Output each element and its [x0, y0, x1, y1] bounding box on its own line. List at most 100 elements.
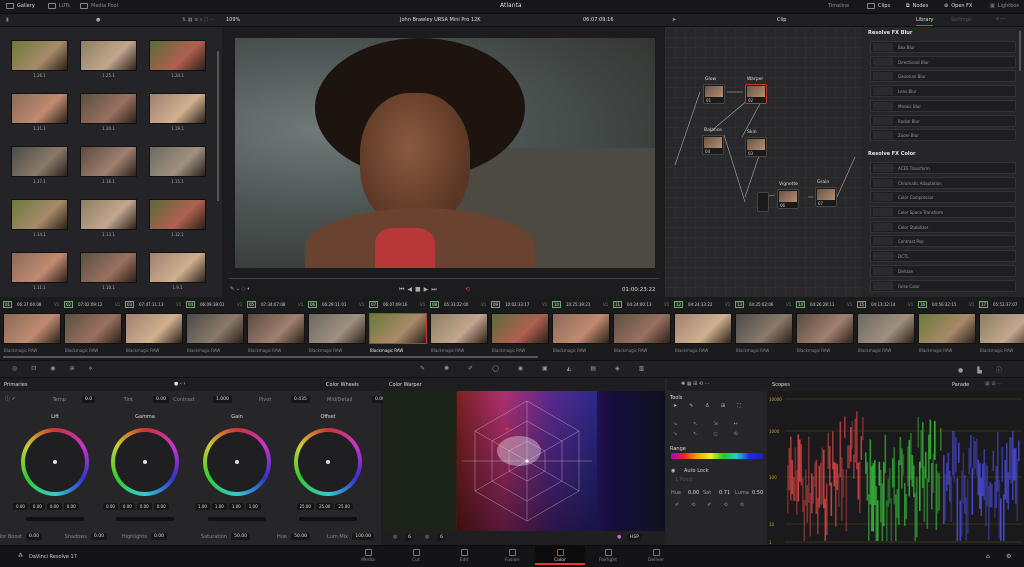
library-item[interactable]: Lens Blur	[870, 85, 1016, 98]
wheel-value-field[interactable]: 0.00	[119, 503, 135, 510]
settings-gear-icon[interactable]: ⚙	[1006, 553, 1011, 560]
timeline-button[interactable]: Timeline	[828, 3, 849, 9]
gallery-still[interactable]	[149, 93, 206, 124]
wheel-value-field[interactable]: 1.00	[245, 503, 261, 510]
wheel-gamma[interactable]	[111, 428, 179, 496]
library-item[interactable]: DCTL	[870, 250, 1016, 263]
node-skin[interactable]: 03	[745, 137, 767, 157]
warper-grid[interactable]	[383, 391, 665, 531]
center-palette-icons[interactable]: ✎✺✐◯◉▣◭▤◈▥	[420, 365, 663, 372]
sort-icon[interactable]: ⇅ ▦ ≡ ⌕ ⛶ ⋯	[182, 17, 214, 23]
wheel-puck[interactable]	[143, 460, 147, 464]
clip-04[interactable]: 04 06:09:38:01 V1 Blackmagic RAW	[184, 297, 245, 357]
picker-buttons[interactable]: ✐⟲✐⟲⟲	[675, 502, 756, 508]
library-scrollbar[interactable]	[1019, 31, 1021, 71]
clip-07[interactable]: 07 06:07:09:16 V1 Blackmagic RAW	[367, 297, 428, 357]
wheel-value-field[interactable]: 1.00	[195, 503, 210, 510]
clip-13[interactable]: 13 04:25:02:06 V1 Blackmagic RAW	[733, 297, 794, 357]
wheel-master-slider[interactable]	[26, 517, 84, 521]
point-buttons-2[interactable]: ↘↖◻⟲	[673, 431, 754, 437]
viewer-timecode[interactable]: 06:07:09:16	[583, 17, 614, 23]
node-vignette[interactable]: 06	[777, 189, 799, 209]
zoom-level[interactable]: 109%	[226, 17, 240, 23]
adjust-contrast-field[interactable]: 1.000	[213, 396, 232, 403]
search-icon[interactable]: ⌕ ⋯	[996, 16, 1005, 22]
clip-05[interactable]: 05 07:34:07:08 V1 Blackmagic RAW	[245, 297, 306, 357]
library-item[interactable]: Color Stabilizer	[870, 220, 1016, 233]
clip-17[interactable]: 1705:52:37:07V1Blackmagic RAW	[977, 297, 1024, 357]
library-item[interactable]: Color Space Transform	[870, 206, 1016, 218]
open-fx-button[interactable]: ⊛ Open FX	[944, 3, 972, 9]
wheel-value-field[interactable]: 1.00	[228, 503, 244, 510]
wheel-offset[interactable]	[294, 428, 362, 496]
resolution-select-1[interactable]: 6	[405, 534, 414, 541]
wheel-value-field[interactable]: 0.00	[29, 503, 45, 510]
warper-header-icons[interactable]: ✺ ▦ ⊞ ⟲ ⋯	[681, 381, 710, 387]
wheel-value-field[interactable]: 0.00	[136, 503, 152, 510]
color-space-select[interactable]: HSP	[627, 534, 642, 541]
page-tab-media[interactable]: Media	[343, 549, 393, 563]
wheel-value-field[interactable]: 1.00	[211, 503, 227, 510]
gallery-still[interactable]	[11, 93, 68, 124]
wheel-value-field[interactable]: 25.00	[335, 503, 353, 510]
gallery-still[interactable]	[80, 146, 137, 177]
primaries-mode-select[interactable]: Color Wheels	[326, 382, 359, 388]
bottom-hue-field[interactable]: 50.00	[291, 533, 310, 540]
lightbox-button[interactable]: ▦ Lightbox	[990, 3, 1019, 9]
library-item[interactable]: ACES Transform	[870, 161, 1016, 174]
clip-14[interactable]: 14 04:26:28:11 V1 Blackmagic RAW	[794, 297, 855, 357]
loop-icon[interactable]: ⟲	[465, 286, 470, 293]
page-tab-color[interactable]: Color	[535, 546, 585, 565]
gallery-scrollbar[interactable]	[217, 51, 219, 201]
wheel-value-field[interactable]: 0.00	[153, 503, 169, 510]
page-tab-fusion[interactable]: Fusion	[487, 549, 537, 563]
node-warper[interactable]: 02	[745, 84, 767, 104]
reset-icon[interactable]: ⓘ ✓	[5, 395, 16, 402]
gallery-still[interactable]	[80, 252, 137, 283]
tool-buttons[interactable]: ➤✎♁⊞⛶	[673, 403, 753, 409]
tab-settings[interactable]: Settings	[951, 17, 972, 23]
library-section-header[interactable]: Resolve FX Blur	[868, 30, 912, 36]
clip-16[interactable]: 16 04:56:32:15 V1 Blackmagic RAW	[916, 297, 977, 357]
clip-09[interactable]: 09 10:02:33:17 V1 Blackmagic RAW	[489, 297, 550, 357]
bottom-shadows-field[interactable]: 0.00	[90, 533, 107, 540]
page-tab-fairlight[interactable]: Fairlight	[583, 549, 633, 563]
adjust-pivot-field[interactable]: 0.435	[291, 396, 310, 403]
node-editor[interactable]: Glow 01 Warper 02 Balance 04 Skin 03 Vignette 06 G…	[665, 27, 862, 297]
hue-value[interactable]: 0.00	[688, 490, 699, 496]
home-icon[interactable]: ⌂	[986, 553, 990, 560]
gallery-still[interactable]	[11, 146, 68, 177]
thumbnail-size-slider[interactable]: ●	[96, 17, 100, 23]
wheel-lift[interactable]	[21, 428, 89, 496]
adjust-temp-field[interactable]: 0.0	[82, 396, 96, 403]
panel-toggle-icon[interactable]: ▮	[6, 17, 9, 23]
adjust-tint-field[interactable]: 0.00	[153, 396, 170, 403]
gallery-still[interactable]	[11, 252, 68, 283]
wheel-value-field[interactable]: 0.00	[63, 503, 79, 510]
nodes-button[interactable]: ⧉ Nodes	[906, 3, 928, 9]
bottom-lum-mix-field[interactable]: 100.00	[352, 533, 374, 540]
page-tab-cut[interactable]: Cut	[391, 549, 441, 563]
clip-15[interactable]: 15 04:13:12:14 V1 Blackmagic RAW	[855, 297, 916, 357]
gallery-still[interactable]	[11, 199, 68, 230]
scope-mode-select[interactable]: Parade	[952, 382, 969, 388]
node-grain[interactable]: 07	[815, 187, 837, 207]
gallery-still[interactable]	[80, 199, 137, 230]
right-palette-icons[interactable]: ●▙ⓘ	[958, 365, 1016, 374]
wheel-gain[interactable]	[203, 428, 271, 496]
clip-03[interactable]: 03 07:47:11:13 V1 Blackmagic RAW	[123, 297, 184, 357]
wheel-value-field[interactable]: 0.00	[103, 503, 118, 510]
library-item[interactable]: Box Blur	[870, 41, 1016, 53]
gallery-still[interactable]	[149, 252, 206, 283]
node-mode-select[interactable]: Clip	[777, 17, 786, 23]
wheel-master-slider[interactable]	[299, 517, 357, 521]
clip-name[interactable]: John Brawley URSA Mini Pro 12K	[400, 17, 481, 23]
wheel-master-slider[interactable]	[208, 517, 266, 521]
tab-library[interactable]: Library	[916, 17, 934, 26]
clip-10[interactable]: 10 10:25:39:21 V1 Blackmagic RAW	[550, 297, 611, 357]
warper-mesh[interactable]	[457, 391, 597, 531]
gallery-still[interactable]	[80, 40, 137, 71]
annotation-pen-icon[interactable]: ✎ ⌄ ◌ 🔈︎	[230, 286, 251, 292]
gallery-still[interactable]	[11, 40, 68, 71]
wheel-master-slider[interactable]	[116, 517, 174, 521]
